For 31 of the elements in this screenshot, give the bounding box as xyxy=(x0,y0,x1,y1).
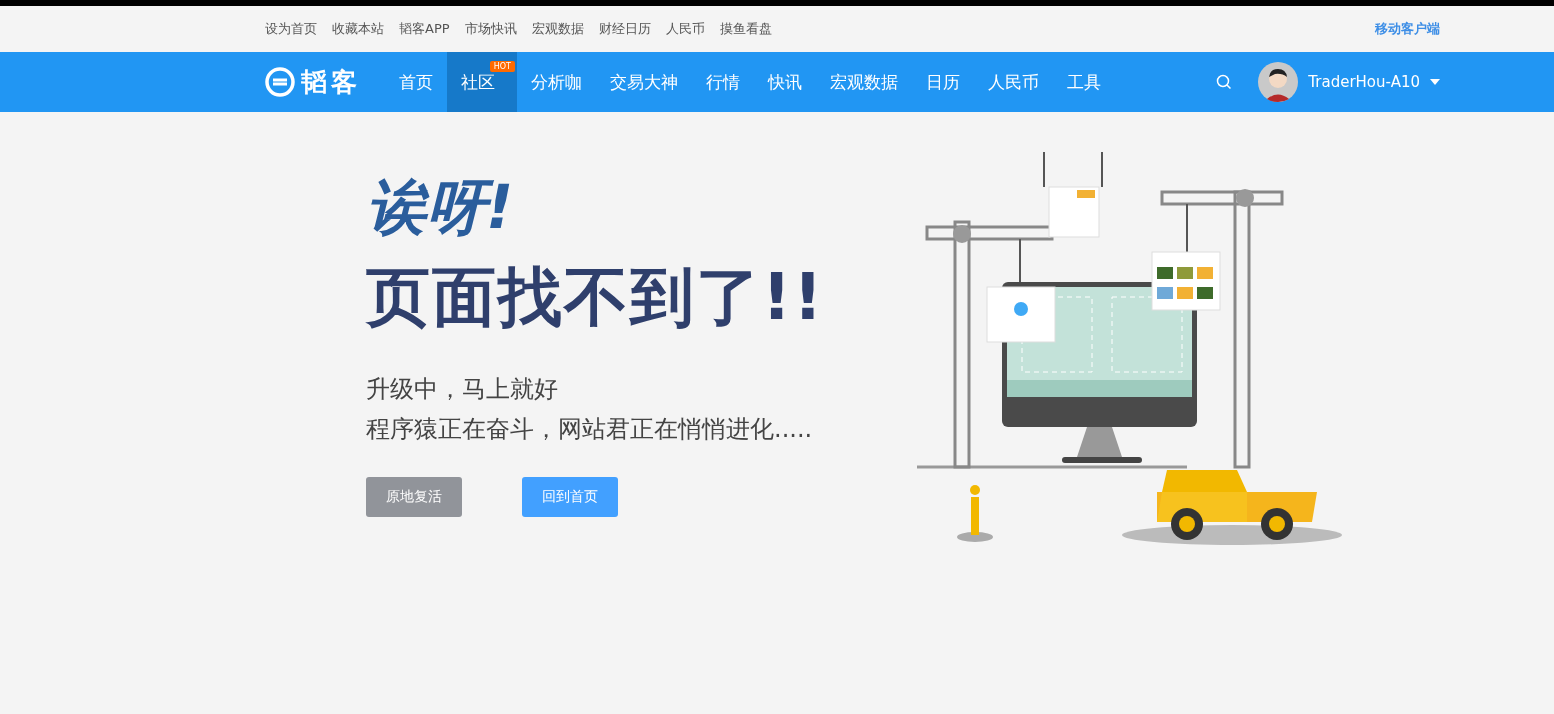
nav-tab[interactable]: 快讯 xyxy=(754,52,816,112)
top-link[interactable]: 收藏本站 xyxy=(332,20,384,38)
top-link[interactable]: 设为首页 xyxy=(265,20,317,38)
logo-icon xyxy=(265,67,295,97)
top-link[interactable]: 财经日历 xyxy=(598,20,651,38)
nav-tab[interactable]: 首页 xyxy=(385,52,447,112)
nav-tab[interactable]: 日历 xyxy=(912,52,974,112)
action-button[interactable]: 回到首页 xyxy=(522,477,618,517)
nav-tab[interactable]: 行情 xyxy=(692,52,754,112)
top-link[interactable]: 人民币 xyxy=(665,20,705,38)
top-link[interactable]: 摸鱼看盘 xyxy=(719,20,772,38)
hot-badge: HOT xyxy=(489,61,515,72)
top-link[interactable]: 市场快讯 xyxy=(464,20,517,38)
top-link[interactable]: 宏观数据 xyxy=(531,20,584,38)
nav-tab[interactable]: 工具 xyxy=(1053,52,1115,112)
nav-tab[interactable]: 交易大神 xyxy=(596,52,692,112)
avatar-icon[interactable] xyxy=(1258,62,1299,102)
logo-text[interactable]: 韬客 xyxy=(301,64,361,100)
nav-tab[interactable]: 分析咖 xyxy=(517,52,596,112)
mobile-client-link[interactable]: 移动客户端 xyxy=(1375,20,1440,38)
message-line: 程序猿正在奋斗，网站君正在悄悄进化..... xyxy=(366,414,814,445)
username[interactable]: TraderHou-A10 xyxy=(1308,73,1420,91)
caret-icon[interactable] xyxy=(1430,79,1440,85)
action-button[interactable]: 原地复活 xyxy=(366,477,462,517)
nav-tab[interactable]: 宏观数据 xyxy=(816,52,912,112)
oops-heading: 诶呀! xyxy=(366,171,515,244)
nav-tab[interactable]: 人民币 xyxy=(974,52,1053,112)
top-link[interactable]: 韬客APP xyxy=(399,20,450,38)
message-line: 升级中，马上就好 xyxy=(366,374,559,405)
page-not-found-heading: 页面找不到了!! xyxy=(366,259,826,336)
search-icon[interactable] xyxy=(1216,74,1233,90)
